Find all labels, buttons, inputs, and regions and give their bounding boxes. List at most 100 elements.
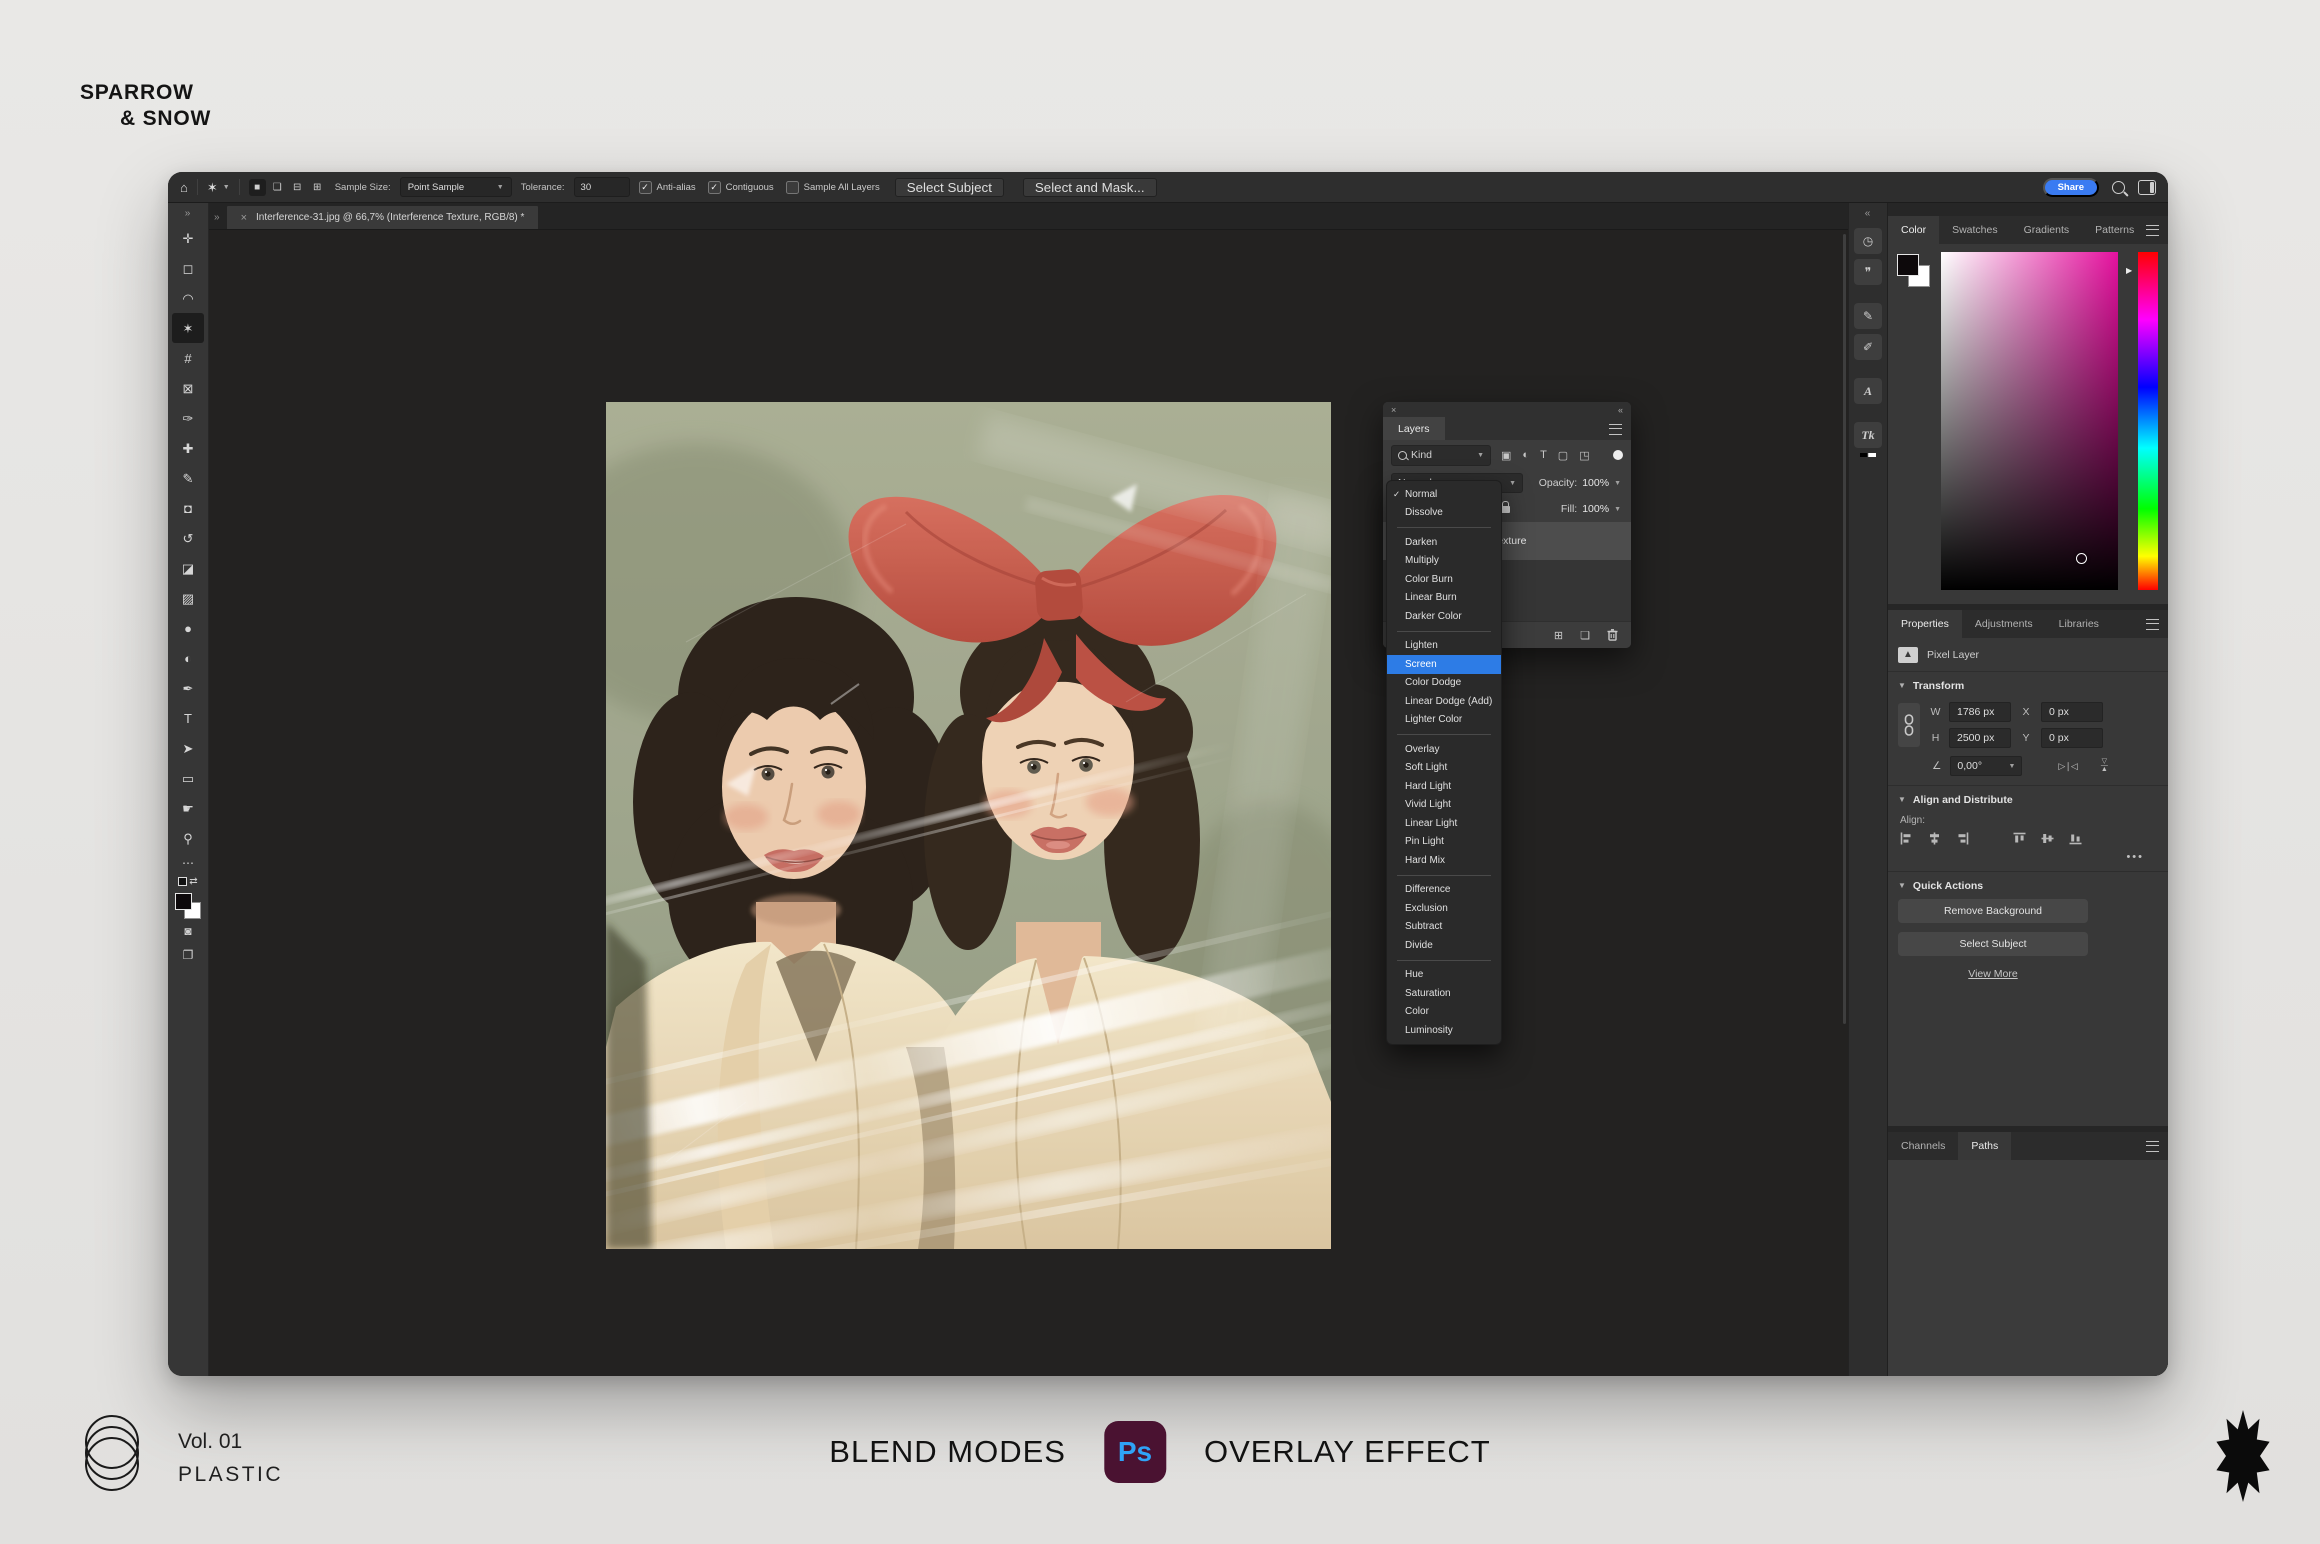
dodge-tool-icon[interactable]: ◐: [172, 643, 204, 673]
checkbox-sample-all-layers[interactable]: Sample All Layers: [786, 181, 880, 194]
rectangle-tool-icon[interactable]: ▭: [172, 763, 204, 793]
blend-mode-color-dodge[interactable]: Color Dodge: [1387, 674, 1501, 693]
panel-menu-icon[interactable]: [1609, 424, 1622, 435]
blend-mode-darker-color[interactable]: Darker Color: [1387, 607, 1501, 626]
edit-toolbar-icon[interactable]: ⋯: [182, 853, 194, 873]
checkbox-box[interactable]: [786, 181, 799, 194]
filter-type-layers-icon[interactable]: T: [1540, 449, 1547, 461]
blend-mode-lighter-color[interactable]: Lighter Color: [1387, 711, 1501, 730]
toolbar-overflow-chevron[interactable]: »: [185, 203, 192, 223]
filter-pixel-layers-icon[interactable]: ▣: [1501, 449, 1511, 462]
tab-layers[interactable]: Layers: [1383, 417, 1445, 440]
tab-paths[interactable]: Paths: [1958, 1132, 2011, 1160]
transform-section-header[interactable]: ▼ Transform: [1888, 672, 2168, 699]
brushes-panel-icon[interactable]: ✐: [1854, 334, 1882, 360]
magic-wand-options-icon[interactable]: ✶: [207, 181, 218, 194]
checkbox-box[interactable]: [639, 181, 652, 194]
brush-tool-icon[interactable]: ✎: [172, 463, 204, 493]
panel-menu-icon[interactable]: [2146, 1141, 2159, 1152]
saturation-brightness-field[interactable]: [1941, 252, 2118, 590]
foreground-color-swatch[interactable]: [1897, 254, 1919, 276]
width-input[interactable]: 1786 px: [1949, 702, 2011, 722]
tolerance-input[interactable]: 30: [574, 177, 630, 197]
frame-tool-icon[interactable]: ⊠: [172, 373, 204, 403]
align-top-icon[interactable]: [2013, 832, 2026, 845]
blend-mode-divide[interactable]: Divide: [1387, 936, 1501, 955]
align-bottom-icon[interactable]: [2069, 832, 2082, 845]
quick-mask-mode-icon[interactable]: ◙: [184, 919, 191, 943]
new-selection-icon[interactable]: ■: [249, 179, 266, 196]
blend-mode-hard-mix[interactable]: Hard Mix: [1387, 851, 1501, 870]
blend-mode-color-burn[interactable]: Color Burn: [1387, 570, 1501, 589]
character-panel-icon[interactable]: Tk: [1854, 422, 1882, 448]
history-brush-tool-icon[interactable]: ↺: [172, 523, 204, 553]
new-layer-icon[interactable]: ⊞: [1554, 629, 1563, 642]
align-left-icon[interactable]: [1900, 832, 1913, 845]
filter-adjustment-layers-icon[interactable]: ◐: [1522, 449, 1529, 461]
swap-colors-icon[interactable]: ⇄: [178, 873, 197, 889]
blend-mode-vivid-light[interactable]: Vivid Light: [1387, 796, 1501, 815]
blend-mode-pin-light[interactable]: Pin Light: [1387, 833, 1501, 852]
blend-mode-soft-light[interactable]: Soft Light: [1387, 759, 1501, 778]
zoom-tool-icon[interactable]: ⚲: [172, 823, 204, 853]
blend-mode-overlay[interactable]: Overlay: [1387, 740, 1501, 759]
blend-mode-linear-dodge-add[interactable]: Linear Dodge (Add): [1387, 692, 1501, 711]
select-subject-button[interactable]: Select Subject: [895, 178, 1004, 197]
link-dimensions-icon[interactable]: [1898, 703, 1920, 747]
panel-menu-icon[interactable]: [2146, 225, 2159, 236]
align-section-header[interactable]: ▼ Align and Distribute: [1888, 786, 2168, 813]
brush-settings-panel-icon[interactable]: ✎: [1854, 303, 1882, 329]
collapse-icon[interactable]: «: [1618, 405, 1623, 415]
eyedropper-tool-icon[interactable]: ✑: [172, 403, 204, 433]
history-panel-icon[interactable]: ◷: [1854, 228, 1882, 254]
blend-mode-lighten[interactable]: Lighten: [1387, 637, 1501, 656]
chevron-down-icon[interactable]: ▼: [223, 184, 230, 191]
workspace-icon[interactable]: [2138, 180, 2156, 195]
tab-channels[interactable]: Channels: [1888, 1132, 1958, 1160]
blend-mode-luminosity[interactable]: Luminosity: [1387, 1021, 1501, 1040]
close-icon[interactable]: ×: [1391, 405, 1396, 415]
y-input[interactable]: 0 px: [2041, 728, 2103, 748]
foreground-background-colors[interactable]: [175, 893, 201, 919]
fill-value[interactable]: 100%: [1582, 503, 1609, 515]
add-to-selection-icon[interactable]: ❏: [269, 179, 286, 196]
select-and-mask-button[interactable]: Select and Mask...: [1023, 178, 1157, 197]
checkbox-contiguous[interactable]: Contiguous: [708, 181, 774, 194]
filter-toggle-icon[interactable]: [1613, 450, 1623, 460]
align-middle-vertical-icon[interactable]: [2041, 832, 2054, 845]
intersect-selection-icon[interactable]: ⊞: [309, 179, 326, 196]
flip-vertical-icon[interactable]: ▽—▲: [2101, 760, 2108, 772]
blend-mode-normal[interactable]: ✓Normal: [1387, 485, 1501, 504]
blend-mode-saturation[interactable]: Saturation: [1387, 984, 1501, 1003]
tab-adjustments[interactable]: Adjustments: [1962, 610, 2046, 638]
view-more-link[interactable]: View More: [1898, 965, 2088, 988]
tab-gradients[interactable]: Gradients: [2011, 216, 2083, 244]
search-icon[interactable]: [2112, 181, 2125, 194]
checkbox-box[interactable]: [708, 181, 721, 194]
blend-mode-color[interactable]: Color: [1387, 1003, 1501, 1022]
filter-shape-layers-icon[interactable]: ▢: [1558, 449, 1568, 462]
tab-patterns[interactable]: Patterns: [2082, 216, 2147, 244]
tab-overflow-chevron[interactable]: »: [214, 212, 220, 223]
subtract-from-selection-icon[interactable]: ⊟: [289, 179, 306, 196]
blend-mode-difference[interactable]: Difference: [1387, 881, 1501, 900]
pen-tool-icon[interactable]: ✒: [172, 673, 204, 703]
sample-size-select[interactable]: Point Sample ▼: [400, 177, 512, 197]
select-subject-quick-button[interactable]: Select Subject: [1898, 932, 2088, 956]
crop-tool-icon[interactable]: #: [172, 343, 204, 373]
remove-background-button[interactable]: Remove Background: [1898, 899, 2088, 923]
new-group-icon[interactable]: ❏: [1580, 629, 1590, 642]
home-icon[interactable]: ⌂: [180, 181, 188, 194]
move-tool-icon[interactable]: ✛: [172, 223, 204, 253]
layer-filter-select[interactable]: Kind ▼: [1391, 445, 1491, 466]
foreground-color-swatch[interactable]: [175, 893, 192, 910]
quick-actions-header[interactable]: ▼ Quick Actions: [1888, 872, 2168, 899]
delete-layer-icon[interactable]: [1607, 629, 1618, 641]
tab-swatches[interactable]: Swatches: [1939, 216, 2011, 244]
path-selection-tool-icon[interactable]: ➤: [172, 733, 204, 763]
healing-brush-tool-icon[interactable]: ✚: [172, 433, 204, 463]
checkbox-anti-alias[interactable]: Anti-alias: [639, 181, 696, 194]
color-swatches[interactable]: [1897, 252, 1931, 590]
align-right-icon[interactable]: [1956, 832, 1969, 845]
x-input[interactable]: 0 px: [2041, 702, 2103, 722]
